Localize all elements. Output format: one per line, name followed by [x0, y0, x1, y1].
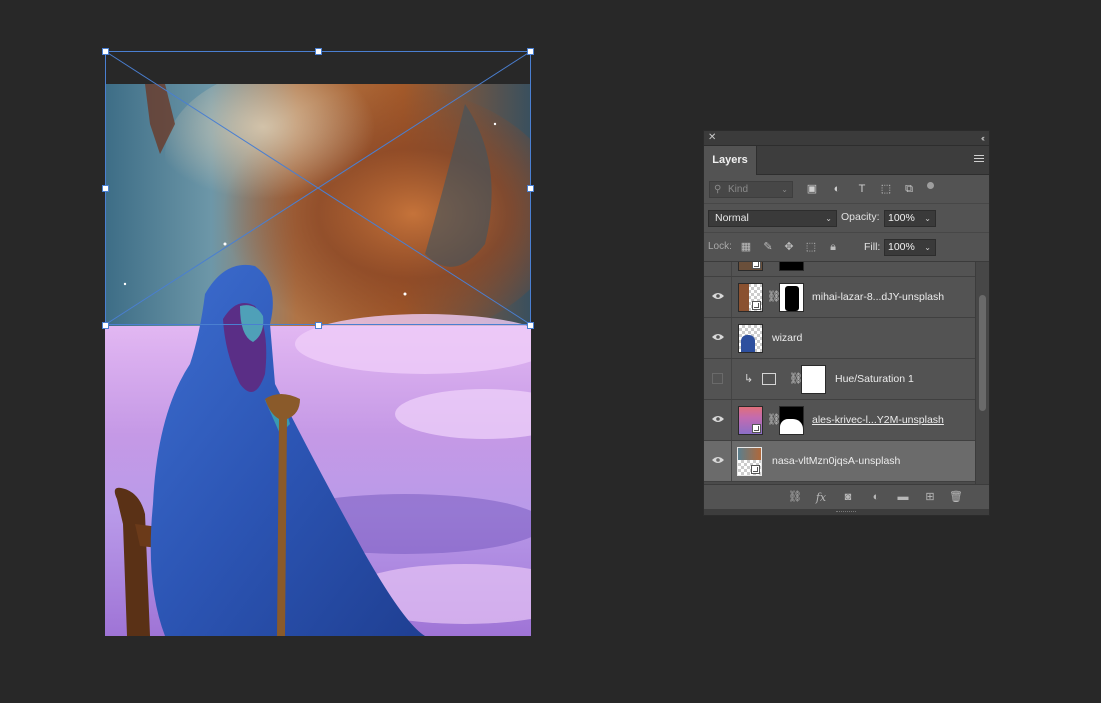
transform-handle-bottom-center[interactable] — [315, 322, 322, 329]
panel-resize-grip[interactable] — [704, 509, 989, 515]
smart-object-icon — [752, 262, 761, 269]
chevron-down-icon[interactable]: ⌄ — [924, 240, 931, 255]
shape-layer-filter-icon[interactable]: ⬚ — [880, 183, 892, 195]
link-layers-icon[interactable]: ⛓ — [788, 491, 802, 504]
transform-handle-bottom-right[interactable] — [527, 322, 534, 329]
layer-row-ales-krivec[interactable]: ⛓ ales-krivec-l...Y2M-unsplash — [704, 400, 976, 441]
filter-toggle-icon[interactable] — [927, 182, 934, 189]
lock-transparent-pixels-icon[interactable]: ▦ — [740, 241, 752, 253]
filter-kind-dropdown[interactable]: ⚲ Kind ⌄ — [709, 181, 793, 198]
layer-thumbnail — [738, 406, 763, 435]
type-layer-filter-icon[interactable]: T — [856, 183, 868, 195]
add-mask-icon[interactable]: ◙ — [841, 491, 855, 504]
layer-row-mihai-lazar[interactable]: ⛓ mihai-lazar-8...dJY-unsplash — [704, 277, 976, 318]
eye-icon[interactable] — [712, 333, 724, 341]
panel-menu-icon[interactable] — [974, 155, 984, 165]
eye-icon[interactable] — [712, 456, 724, 464]
transform-handle-bottom-left[interactable] — [102, 322, 109, 329]
smart-object-icon — [752, 301, 761, 310]
fill-value: 100% — [888, 241, 915, 253]
layer-row-nasa[interactable]: nasa-vltMzn0jqsA-unsplash — [704, 441, 976, 482]
visibility-cell[interactable] — [704, 400, 732, 440]
layer-thumbnail — [738, 283, 763, 312]
layer-list-scrollbar[interactable] — [975, 262, 989, 484]
adjustment-layer-icon — [762, 373, 776, 385]
lock-row: Lock: ▦ ✎ ✥ ⬚ 🔒︎ Fill: 100% ⌄ — [704, 233, 989, 262]
tab-layers[interactable]: Layers — [704, 146, 757, 175]
transform-handle-middle-right[interactable] — [527, 185, 534, 192]
eye-icon[interactable] — [712, 415, 724, 423]
chevron-down-icon[interactable]: ⌄ — [924, 211, 931, 226]
lock-label: Lock: — [708, 241, 732, 252]
delete-layer-trash-icon[interactable]: 🗑︎ — [949, 491, 963, 504]
transform-handle-top-right[interactable] — [527, 48, 534, 55]
layer-mask-thumbnail[interactable] — [801, 365, 826, 394]
visibility-off-box[interactable] — [712, 373, 723, 384]
layer-style-fx-icon[interactable]: fx — [814, 491, 828, 504]
panel-title-strip: ✕ ‹‹ — [704, 131, 989, 146]
layer-name: Hue/Saturation 1 — [835, 373, 914, 385]
eye-icon[interactable] — [712, 292, 724, 300]
visibility-cell[interactable] — [704, 359, 732, 399]
new-layer-icon[interactable]: ⊞ — [923, 491, 937, 504]
opacity-label: Opacity: — [841, 211, 880, 223]
transform-handle-middle-left[interactable] — [102, 185, 109, 192]
blend-row: Normal ⌄ Opacity: 100% ⌄ — [704, 204, 989, 233]
link-chain-icon[interactable]: ⛓ — [789, 372, 803, 385]
document-canvas[interactable] — [105, 84, 531, 636]
layer-name: wizard — [772, 332, 803, 344]
close-panel-icon[interactable]: ✕ — [708, 131, 716, 145]
visibility-cell[interactable] — [704, 441, 732, 481]
opacity-value: 100% — [888, 212, 915, 224]
lock-all-icon[interactable]: 🔒︎ — [827, 241, 839, 253]
blend-mode-value: Normal — [715, 212, 749, 224]
layers-panel: ✕ ‹‹ Layers ⚲ Kind ⌄ ▣ ◐ T ⬚ ⧉ Normal ⌄ … — [703, 130, 990, 516]
blend-mode-dropdown[interactable]: Normal ⌄ — [708, 210, 837, 227]
layer-name: ales-krivec-l...Y2M-unsplash — [812, 414, 944, 426]
smart-object-icon — [751, 465, 760, 474]
transform-handle-top-left[interactable] — [102, 48, 109, 55]
lock-position-icon[interactable]: ✥ — [783, 241, 795, 253]
transform-handle-top-center[interactable] — [315, 48, 322, 55]
layers-panel-footer: ⛓ fx ◙ ◐ ▬ ⊞ 🗑︎ — [704, 484, 989, 511]
lock-image-pixels-icon[interactable]: ✎ — [762, 241, 774, 253]
clipping-mask-icon: ↳ — [744, 373, 754, 385]
layer-list[interactable]: ⛓ mihai-lazar-8...dJY-unsplash wizard ↳ … — [704, 262, 976, 484]
link-chain-icon[interactable]: ⛓ — [767, 413, 781, 426]
layer-filter-row: ⚲ Kind ⌄ ▣ ◐ T ⬚ ⧉ — [704, 175, 989, 204]
layer-row-wizard[interactable]: wizard — [704, 318, 976, 359]
visibility-cell[interactable] — [704, 262, 732, 276]
link-chain-icon[interactable]: ⛓ — [767, 290, 781, 303]
layer-name: mihai-lazar-8...dJY-unsplash — [812, 291, 945, 303]
layer-mask-thumbnail[interactable] — [779, 283, 804, 312]
new-group-folder-icon[interactable]: ▬ — [896, 491, 910, 504]
collapse-panel-icon[interactable]: ‹‹ — [981, 131, 985, 145]
pixel-layer-filter-icon[interactable]: ▣ — [806, 183, 818, 195]
chevron-down-icon: ⌄ — [781, 185, 788, 194]
fill-label: Fill: — [864, 241, 881, 253]
smart-object-filter-icon[interactable]: ⧉ — [903, 183, 915, 195]
adjustment-layer-filter-icon[interactable]: ◐ — [831, 183, 843, 195]
canvas-artwork — [105, 84, 531, 636]
layer-thumbnail — [737, 447, 762, 476]
search-icon: ⚲ — [714, 184, 722, 195]
layer-thumbnail — [738, 262, 763, 271]
smart-object-icon — [752, 424, 761, 433]
layer-name: nasa-vltMzn0jqsA-unsplash — [772, 455, 901, 467]
prevent-auto-nesting-icon[interactable]: ⬚ — [805, 241, 817, 253]
panel-tab-bar: Layers — [704, 146, 989, 175]
layer-thumbnail — [738, 324, 763, 353]
scrollbar-thumb[interactable] — [979, 295, 986, 411]
filter-kind-label: Kind — [728, 184, 749, 195]
layer-row[interactable] — [704, 262, 976, 277]
layer-mask-thumbnail[interactable] — [779, 262, 804, 271]
chevron-down-icon: ⌄ — [825, 214, 832, 223]
layer-mask-thumbnail[interactable] — [779, 406, 804, 435]
fill-field[interactable]: 100% ⌄ — [884, 239, 936, 256]
opacity-field[interactable]: 100% ⌄ — [884, 210, 936, 227]
visibility-cell[interactable] — [704, 277, 732, 317]
visibility-cell[interactable] — [704, 318, 732, 358]
layer-row-hue-saturation[interactable]: ↳ ⛓ Hue/Saturation 1 — [704, 359, 976, 400]
new-adjustment-layer-icon[interactable]: ◐ — [869, 491, 883, 504]
